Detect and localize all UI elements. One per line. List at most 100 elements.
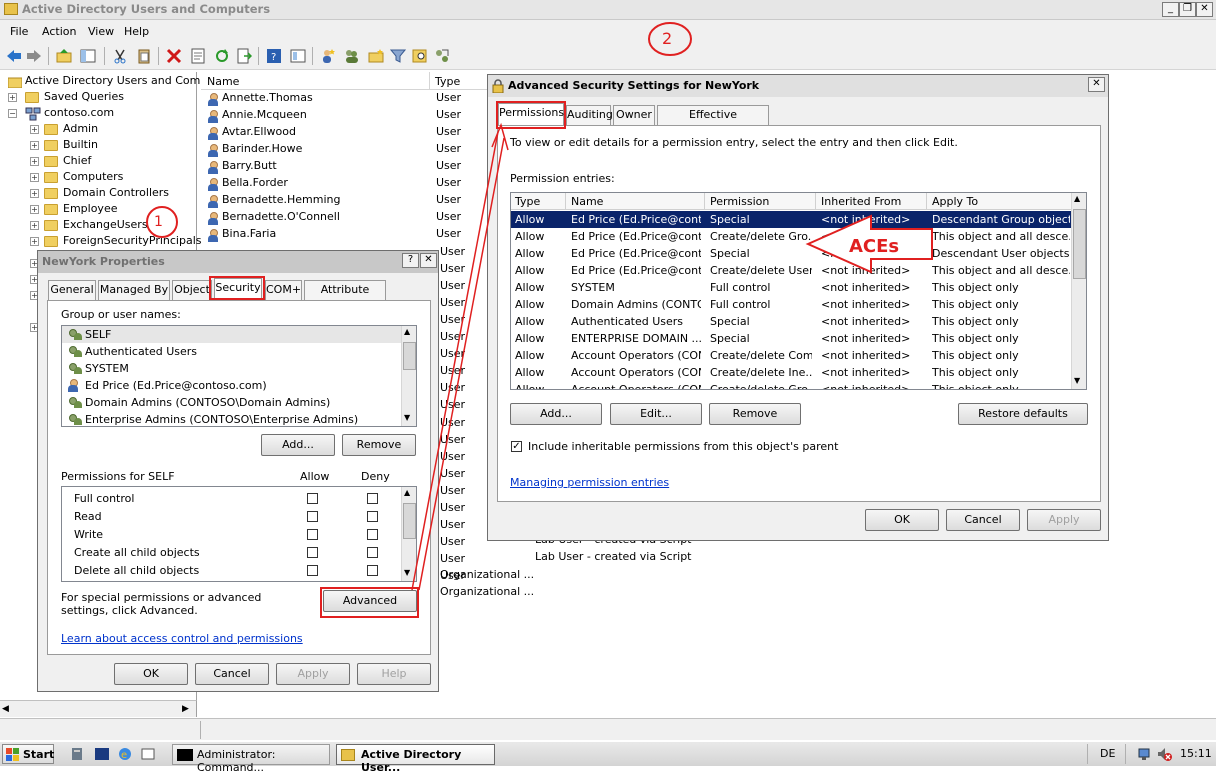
principal-row[interactable]: Ed Price (Ed.Price@contoso.com) (62, 377, 401, 394)
tree-root[interactable]: Active Directory Users and Comput (25, 74, 219, 90)
ace-row[interactable]: Allow Authenticated Users Special <not inhe… (511, 313, 1071, 330)
ace-row[interactable]: Allow Account Operators (CON... Create/del… (511, 347, 1071, 364)
properties-close-button[interactable]: ✕ (420, 253, 437, 268)
filter-icon[interactable] (390, 48, 406, 64)
tree-domain[interactable]: contoso.com (44, 106, 114, 122)
permissions-scrollbar[interactable]: ▲ ▼ (401, 487, 416, 581)
taskbar-command-prompt[interactable]: Administrator: Command... (172, 744, 330, 774)
powershell-icon[interactable] (95, 747, 109, 761)
restore-defaults-button[interactable]: Restore defaults (958, 403, 1088, 425)
menu-action[interactable]: Action (42, 25, 76, 38)
view-icon[interactable] (290, 48, 306, 64)
paste-icon[interactable] (136, 48, 152, 64)
restore-button[interactable]: ❐ (1179, 2, 1196, 17)
expand-ou[interactable]: + (30, 125, 39, 134)
list-item-name[interactable]: Annie.Mcqueen (222, 108, 307, 125)
list-item-name[interactable]: Bella.Forder (222, 176, 288, 193)
server-manager-icon[interactable] (70, 747, 84, 761)
scroll-up-arrow-icon[interactable]: ▲ (404, 327, 410, 336)
principal-row[interactable]: Domain Admins (CONTOSO\Domain Admins) (62, 394, 401, 411)
include-inheritable-checkbox[interactable]: ✓ (511, 441, 522, 452)
find-icon[interactable] (412, 48, 428, 64)
principal-row[interactable]: SYSTEM (62, 360, 401, 377)
column-type[interactable]: Type (435, 75, 460, 88)
ace-scrollbar[interactable]: ▲ ▼ (1071, 193, 1086, 389)
permission-entries-table[interactable]: Type Name Permission Inherited From Appl… (510, 192, 1087, 390)
managing-permission-entries-link[interactable]: Managing permission entries (510, 476, 669, 489)
scroll-down-arrow-icon[interactable]: ▼ (404, 413, 410, 422)
back-arrow-icon[interactable] (6, 48, 22, 64)
internet-explorer-icon[interactable]: e (118, 747, 132, 761)
language-indicator[interactable]: DE (1100, 747, 1115, 760)
scroll-thumb[interactable] (1073, 209, 1086, 279)
export-list-icon[interactable] (236, 48, 252, 64)
deny-checkbox[interactable] (367, 565, 378, 576)
advanced-apply-button[interactable]: Apply (1027, 509, 1101, 531)
properties-icon[interactable] (190, 48, 206, 64)
tree-hscroll[interactable]: ◀ ▶ (0, 700, 197, 717)
scroll-thumb[interactable] (403, 342, 416, 370)
ace-col-name[interactable]: Name (571, 195, 603, 208)
properties-help-button[interactable]: ? (402, 253, 419, 268)
allow-checkbox[interactable] (307, 529, 318, 540)
properties-help-footer-button[interactable]: Help (357, 663, 431, 685)
scroll-down-arrow-icon[interactable]: ▼ (1074, 376, 1080, 385)
cut-icon[interactable] (112, 48, 128, 64)
deny-checkbox[interactable] (367, 547, 378, 558)
list-item-name[interactable]: Bina.Faria (222, 227, 276, 244)
scroll-right-arrow-icon[interactable]: ▶ (182, 703, 194, 715)
learn-access-control-link[interactable]: Learn about access control and permissio… (61, 632, 303, 645)
expand-saved-queries[interactable]: + (8, 93, 17, 102)
list-item-name[interactable]: Avtar.Ellwood (222, 125, 296, 142)
forward-arrow-icon[interactable] (26, 48, 42, 64)
volume-muted-icon[interactable] (1156, 746, 1172, 762)
expand-ou[interactable]: + (30, 205, 39, 214)
add-principal-button[interactable]: Add... (261, 434, 335, 456)
start-button[interactable]: Start (2, 744, 54, 764)
tree-item-ou[interactable]: Computers (63, 170, 123, 186)
tab-owner[interactable]: Owner (613, 105, 655, 125)
scroll-down-arrow-icon[interactable]: ▼ (404, 568, 410, 577)
up-folder-icon[interactable] (56, 48, 72, 64)
advanced-ok-button[interactable]: OK (865, 509, 939, 531)
tab-effective-permissions[interactable]: Effective Permissions (657, 105, 769, 139)
expand-ou[interactable]: + (30, 157, 39, 166)
tree-item-ou[interactable]: Domain Controllers (63, 186, 169, 202)
tab-auditing[interactable]: Auditing (566, 105, 613, 125)
deny-checkbox[interactable] (367, 511, 378, 522)
expand-ou[interactable]: + (30, 189, 39, 198)
list-item-name[interactable]: Barinder.Howe (222, 142, 302, 159)
principals-list[interactable]: SELF Authenticated Users SYSTEM Ed Price (E… (61, 325, 417, 427)
tree-item-ou[interactable]: Chief (63, 154, 91, 170)
deny-checkbox[interactable] (367, 493, 378, 504)
list-item-name[interactable]: Annette.Thomas (222, 91, 313, 108)
remove-principal-button[interactable]: Remove (342, 434, 416, 456)
collapse-domain[interactable]: − (8, 109, 17, 118)
ace-row[interactable]: Allow Domain Admins (CONTOS... Full contro… (511, 296, 1071, 313)
expand-ou[interactable]: + (30, 141, 39, 150)
ace-col-type[interactable]: Type (515, 195, 540, 208)
ace-row[interactable]: Allow ENTERPRISE DOMAIN ... Special <not in… (511, 330, 1071, 347)
tab-com-plus[interactable]: COM+ (265, 280, 302, 300)
properties-apply-button[interactable]: Apply (276, 663, 350, 685)
scroll-left-arrow-icon[interactable]: ◀ (2, 703, 14, 715)
principal-row[interactable]: Authenticated Users (62, 343, 401, 360)
scroll-up-arrow-icon[interactable]: ▲ (1074, 194, 1080, 203)
ace-row[interactable]: Allow Account Operators (CON... Create/del… (511, 381, 1071, 389)
ace-row[interactable]: AllowEd Price (Ed.Price@conto...Special<… (511, 245, 1071, 262)
expand-ou[interactable]: + (30, 221, 39, 230)
new-group-icon[interactable] (344, 48, 360, 64)
allow-checkbox[interactable] (307, 565, 318, 576)
list-item-name[interactable]: Bernadette.Hemming (222, 193, 340, 210)
allow-checkbox[interactable] (307, 493, 318, 504)
tab-general[interactable]: General (48, 280, 96, 300)
menu-view[interactable]: View (88, 25, 114, 38)
explorer-icon[interactable] (141, 747, 155, 761)
column-name[interactable]: Name (207, 75, 239, 88)
advanced-cancel-button[interactable]: Cancel (946, 509, 1020, 531)
ace-col-apply-to[interactable]: Apply To (932, 195, 978, 208)
tree-item-ou[interactable]: Employee (63, 202, 117, 218)
ace-col-inherited-from[interactable]: Inherited From (821, 195, 901, 208)
tree-saved-queries[interactable]: Saved Queries (44, 90, 124, 106)
advanced-close-button[interactable]: ✕ (1088, 77, 1105, 92)
